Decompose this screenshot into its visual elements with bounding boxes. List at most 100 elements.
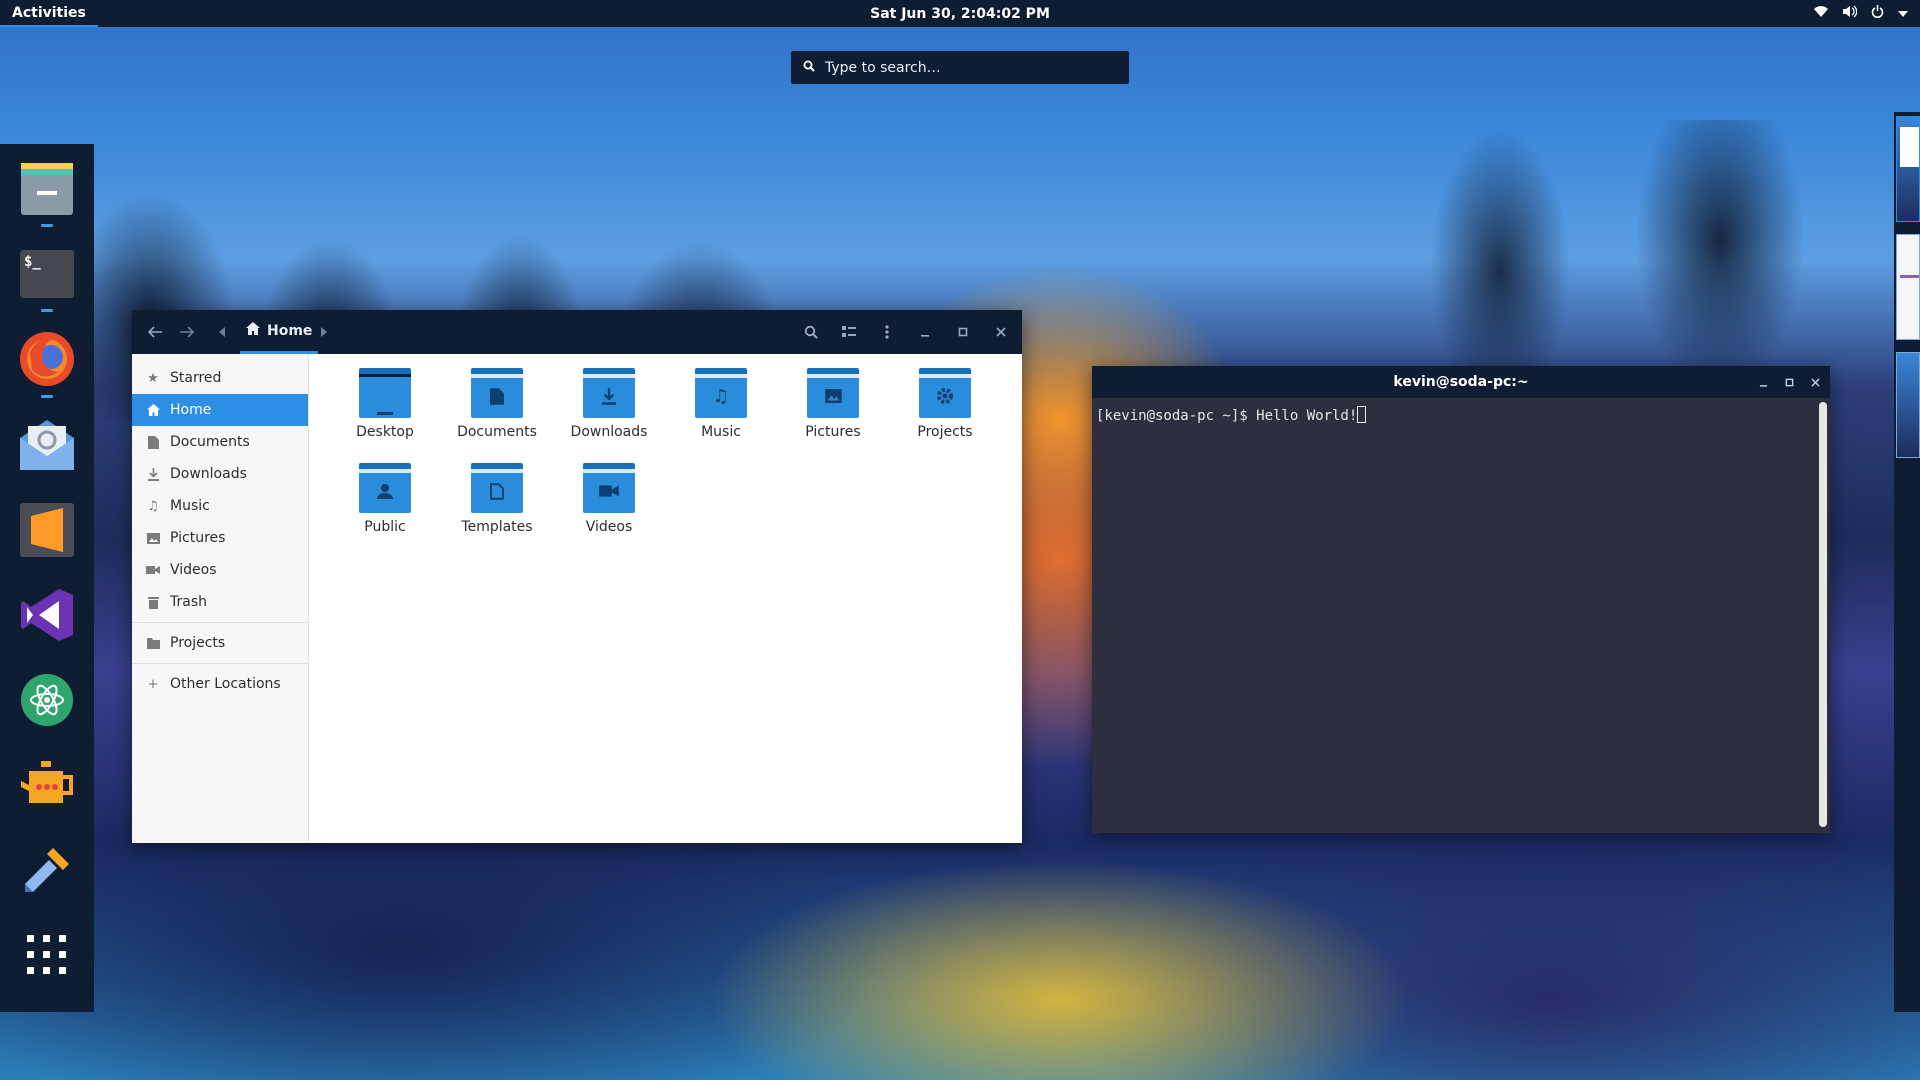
folder-label: Documents xyxy=(457,424,537,440)
plus-icon: + xyxy=(147,676,159,692)
workspace-thumbnail-1[interactable] xyxy=(1896,116,1920,222)
breadcrumb-label: Home xyxy=(267,322,313,339)
file-manager-window[interactable]: Home ★ Starred Home Documents Downloads … xyxy=(132,310,1022,843)
sidebar-item-label: Music xyxy=(170,498,210,514)
teapot-app-icon[interactable] xyxy=(18,757,76,814)
folder-music[interactable]: ♫ Music xyxy=(665,368,777,463)
folder-icon xyxy=(146,636,160,650)
terminal-scrollbar[interactable] xyxy=(1819,402,1827,827)
volume-icon[interactable] xyxy=(1842,5,1858,22)
sidebar-divider xyxy=(132,663,308,664)
public-folder-icon xyxy=(359,463,411,513)
firefox-app-icon[interactable] xyxy=(18,330,76,399)
home-icon xyxy=(146,403,160,417)
document-icon xyxy=(146,435,160,449)
path-right-arrow-icon[interactable] xyxy=(316,310,332,354)
pictures-folder-icon xyxy=(807,368,859,418)
path-left-arrow-icon[interactable] xyxy=(214,310,230,354)
star-icon: ★ xyxy=(147,370,159,386)
activities-button[interactable]: Activities xyxy=(0,0,98,27)
clock[interactable]: Sat Jun 30, 2:04:02 PM xyxy=(870,6,1050,22)
forward-arrow-icon[interactable] xyxy=(174,310,200,354)
folder-label: Templates xyxy=(461,519,533,535)
workspace-switcher xyxy=(1894,112,1920,1012)
folder-documents[interactable]: Documents xyxy=(441,368,553,463)
desktop-folder-icon xyxy=(359,368,411,418)
breadcrumb[interactable]: Home xyxy=(240,310,319,354)
wifi-icon[interactable] xyxy=(1814,5,1828,22)
folder-label: Pictures xyxy=(805,424,861,440)
folder-label: Projects xyxy=(917,424,973,440)
sidebar-item-music[interactable]: ♫ Music xyxy=(132,490,308,522)
home-icon xyxy=(246,322,260,339)
sidebar-item-label: Projects xyxy=(170,635,226,651)
app-grid-icon[interactable] xyxy=(18,927,76,984)
close-icon[interactable] xyxy=(986,310,1016,354)
sidebar-item-trash[interactable]: Trash xyxy=(132,586,308,618)
documents-folder-icon xyxy=(471,368,523,418)
sidebar-item-documents[interactable]: Documents xyxy=(132,426,308,458)
folder-projects[interactable]: Projects xyxy=(889,368,1001,463)
workspace-thumbnail-2[interactable] xyxy=(1896,234,1920,340)
sidebar-item-videos[interactable]: Videos xyxy=(132,554,308,586)
minimize-icon[interactable] xyxy=(1759,366,1768,398)
running-indicator xyxy=(41,395,53,399)
color-picker-app-icon[interactable] xyxy=(18,842,76,899)
running-indicator xyxy=(41,224,53,228)
text-cursor xyxy=(1357,406,1367,423)
maximize-icon[interactable] xyxy=(1785,366,1794,398)
folder-downloads[interactable]: Downloads xyxy=(553,368,665,463)
music-icon: ♫ xyxy=(147,498,159,514)
sidebar-item-label: Other Locations xyxy=(170,676,281,692)
search-icon[interactable] xyxy=(796,310,826,354)
search-placeholder: Type to search… xyxy=(825,59,941,76)
atom-app-icon[interactable] xyxy=(18,672,76,729)
sidebar-item-home[interactable]: Home xyxy=(132,394,308,426)
folder-label: Desktop xyxy=(356,424,414,440)
maximize-icon[interactable] xyxy=(948,310,978,354)
sidebar-item-starred[interactable]: ★ Starred xyxy=(132,362,308,394)
back-arrow-icon[interactable] xyxy=(142,310,168,354)
files-app-icon[interactable] xyxy=(18,160,76,228)
sidebar-item-label: Documents xyxy=(170,434,250,450)
sidebar-item-label: Starred xyxy=(170,370,222,386)
terminal-output[interactable]: [kevin@soda-pc ~]$ Hello World! xyxy=(1092,398,1830,432)
system-tray[interactable] xyxy=(1814,5,1908,22)
folder-pictures[interactable]: Pictures xyxy=(777,368,889,463)
chevron-down-icon[interactable] xyxy=(1898,6,1908,21)
trash-icon xyxy=(146,595,160,609)
sidebar-item-label: Videos xyxy=(170,562,217,578)
search-field[interactable]: Type to search… xyxy=(791,51,1129,84)
running-indicator xyxy=(41,309,53,313)
mail-app-icon[interactable] xyxy=(18,416,76,473)
folder-public[interactable]: Public xyxy=(329,463,441,558)
close-icon[interactable] xyxy=(1811,366,1820,398)
sidebar-item-projects[interactable]: Projects xyxy=(132,627,308,659)
visual-studio-app-icon[interactable] xyxy=(18,586,76,643)
downloads-folder-icon xyxy=(583,368,635,418)
search-icon xyxy=(803,60,815,76)
dash: $_ xyxy=(0,144,94,1012)
terminal-window[interactable]: kevin@soda-pc:~ [kevin@soda-pc ~]$ Hello… xyxy=(1092,366,1830,833)
sidebar-item-label: Pictures xyxy=(170,530,226,546)
sidebar-item-other-locations[interactable]: + Other Locations xyxy=(132,668,308,700)
sidebar-item-pictures[interactable]: Pictures xyxy=(132,522,308,554)
sidebar-item-downloads[interactable]: Downloads xyxy=(132,458,308,490)
workspace-thumbnail-3[interactable] xyxy=(1896,352,1920,458)
power-icon[interactable] xyxy=(1871,5,1884,22)
top-bar: Activities Sat Jun 30, 2:04:02 PM xyxy=(0,0,1920,27)
templates-folder-icon xyxy=(471,463,523,513)
folder-desktop[interactable]: Desktop xyxy=(329,368,441,463)
view-list-icon[interactable] xyxy=(834,310,864,354)
projects-folder-icon xyxy=(919,368,971,418)
folder-grid: Desktop Documents Downloads ♫ Music Pict… xyxy=(309,354,1022,843)
sublime-text-app-icon[interactable] xyxy=(18,501,76,558)
terminal-title: kevin@soda-pc:~ xyxy=(1393,374,1529,390)
minimize-icon[interactable] xyxy=(910,310,940,354)
places-sidebar: ★ Starred Home Documents Downloads ♫ Mus… xyxy=(132,354,309,843)
folder-videos[interactable]: Videos xyxy=(553,463,665,558)
terminal-app-icon[interactable]: $_ xyxy=(18,245,76,313)
folder-templates[interactable]: Templates xyxy=(441,463,553,558)
sidebar-item-label: Downloads xyxy=(170,466,247,482)
menu-dots-icon[interactable] xyxy=(872,310,902,354)
